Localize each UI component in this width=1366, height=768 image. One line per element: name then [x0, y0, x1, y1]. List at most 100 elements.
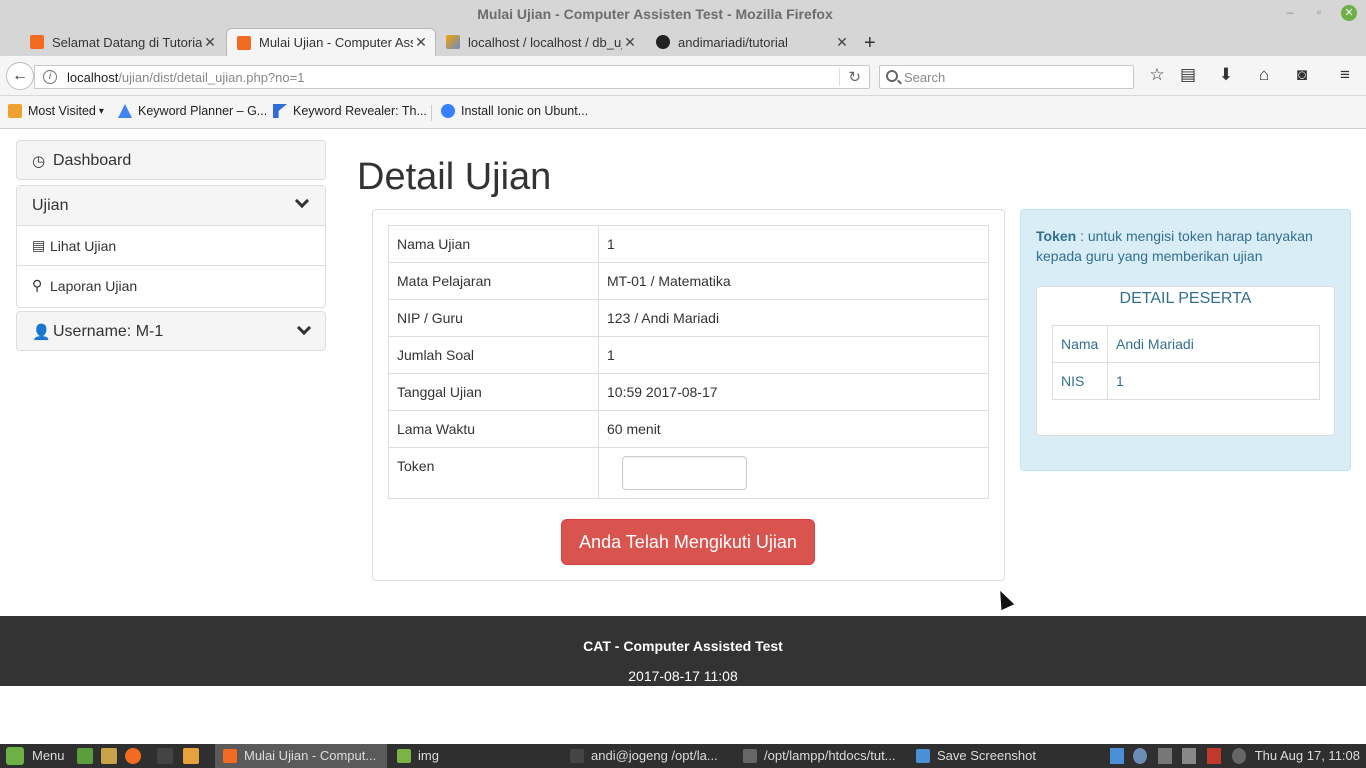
back-arrow-icon[interactable]: ← — [6, 62, 34, 90]
taskbar-item-terminal[interactable]: andi@jogeng /opt/la... — [570, 744, 718, 768]
tab-close-icon[interactable]: ✕ — [622, 34, 638, 51]
bookmark-label: Most Visited — [28, 104, 96, 118]
footer-datetime: 2017-08-17 11:08 — [628, 668, 738, 684]
taskbar-item-label: Mulai Ujian - Comput... — [244, 748, 377, 763]
tab-phpmyadmin[interactable]: localhost / localhost / db_ujian ✕ — [436, 28, 644, 56]
tab-label: Mulai Ujian - Computer Assisten Test — [259, 35, 413, 50]
bookmarks-toolbar: Most Visited ▾ Keyword Planner – G... Ke… — [0, 96, 1366, 129]
firefox-icon — [223, 749, 237, 763]
sidebar-item-username[interactable]: 👤 Username: M-1 — [16, 311, 326, 351]
search-icon: ⚲ — [32, 277, 43, 293]
reload-icon[interactable]: ↻ — [839, 68, 861, 86]
tab-label: localhost / localhost / db_ujian — [468, 34, 622, 50]
terminal-launcher-icon[interactable] — [157, 748, 173, 764]
close-window-icon[interactable]: ✕ — [1341, 5, 1357, 21]
bookmark-star-icon[interactable]: ☆ — [1146, 64, 1168, 86]
sidebar-item-label: Lihat Ujian — [50, 238, 117, 254]
minimize-icon[interactable]: – — [1283, 5, 1297, 19]
shield-tray-icon[interactable] — [1133, 748, 1147, 764]
show-desktop-icon[interactable] — [77, 748, 93, 764]
row-value: Andi Mariadi — [1107, 325, 1320, 363]
chevron-down-icon — [294, 193, 310, 209]
row-key: NIS — [1052, 362, 1108, 400]
file-manager-icon[interactable] — [101, 748, 117, 764]
search-placeholder: Search — [904, 70, 946, 85]
text-editor-icon — [743, 749, 757, 763]
window-titlebar: Mulai Ujian - Computer Assisten Test - M… — [0, 0, 1366, 56]
tab-close-icon[interactable]: ✕ — [413, 34, 429, 51]
token-info-message: : untuk mengisi token harap tanyakan kep… — [1036, 228, 1313, 264]
url-path: /ujian/dist/detail_ujian.php?no=1 — [118, 70, 305, 85]
mint-logo-icon — [6, 747, 24, 765]
home-icon[interactable]: ⌂ — [1253, 64, 1275, 86]
sidebar-item-dashboard[interactable]: ◷ Dashboard — [16, 140, 326, 180]
volume-tray-icon[interactable] — [1182, 748, 1196, 764]
keyword-revealer-icon — [273, 104, 287, 118]
page-footer: CAT - Computer Assisted Test 2017-08-17 … — [0, 616, 1366, 686]
token-label: Token — [388, 447, 599, 499]
taskbar-item-label: Save Screenshot — [937, 748, 1037, 763]
sublime-launcher-icon[interactable] — [183, 748, 199, 764]
row-value: 1 — [1107, 362, 1320, 400]
tab-selamat-datang[interactable]: Selamat Datang di Tutorial ✕ — [20, 28, 224, 56]
site-info-icon[interactable]: i — [43, 70, 57, 84]
taskbar-clock[interactable]: Thu Aug 17, 11:08 — [1255, 744, 1360, 768]
taskbar-item-editor[interactable]: /opt/lampp/htdocs/tut... — [743, 744, 896, 768]
sidebar-item-laporan-ujian[interactable]: ⚲ Laporan Ujian — [17, 266, 325, 307]
start-menu-label: Menu — [32, 748, 65, 763]
sudah-ikut-ujian-button[interactable]: Anda Telah Mengikuti Ujian — [561, 519, 815, 565]
folder-icon — [397, 749, 411, 763]
taskbar-item-label: andi@jogeng /opt/la... — [591, 748, 718, 763]
table-row: Tanggal Ujian 10:59 2017-08-17 — [388, 373, 989, 411]
chevron-down-icon: ▾ — [98, 105, 104, 117]
table-row: Nama Andi Mariadi — [1052, 325, 1320, 363]
dashboard-gauge-icon: ◷ — [32, 153, 46, 170]
tab-github[interactable]: andimariadi/tutorial ✕ — [646, 28, 856, 56]
taskbar-item-firefox[interactable]: Mulai Ujian - Comput... — [215, 744, 387, 768]
download-icon[interactable]: ⬇ — [1215, 64, 1237, 86]
reading-list-icon[interactable]: ▤ — [1177, 64, 1199, 86]
token-input[interactable] — [622, 456, 747, 490]
dropbox-tray-icon[interactable] — [1110, 748, 1124, 764]
address-bar[interactable]: i localhost/ujian/dist/detail_ujian.php?… — [34, 65, 870, 89]
url-host: localhost — [67, 70, 119, 85]
tab-label: Selamat Datang di Tutorial — [52, 34, 202, 50]
network-tray-icon[interactable] — [1158, 748, 1172, 764]
sidebar-item-ujian[interactable]: Ujian — [17, 186, 325, 226]
table-row: NIS 1 — [1052, 362, 1320, 400]
pocket-icon[interactable]: ◙ — [1291, 64, 1313, 86]
row-key: Jumlah Soal — [388, 336, 599, 374]
token-info-alert: Token : untuk mengisi token harap tanyak… — [1020, 209, 1351, 471]
bookmark-label: Install Ionic on Ubunt... — [461, 104, 589, 118]
url-text[interactable]: localhost/ujian/dist/detail_ujian.php?no… — [67, 70, 304, 85]
bookmark-install-ionic[interactable]: Install Ionic on Ubunt... — [441, 104, 588, 118]
row-key: NIP / Guru — [388, 299, 599, 337]
tab-mulai-ujian[interactable]: Mulai Ujian - Computer Assisten Test ✕ — [226, 28, 436, 56]
table-row-token: Token — [388, 447, 989, 499]
bookmark-keyword-planner[interactable]: Keyword Planner – G... — [118, 104, 267, 118]
bookmark-label: Keyword Planner – G... — [138, 104, 268, 118]
bookmark-keyword-revealer[interactable]: Keyword Revealer: Th... — [273, 104, 427, 118]
tab-close-icon[interactable]: ✕ — [834, 34, 850, 51]
search-input[interactable]: Search — [879, 65, 1134, 89]
start-menu-button[interactable]: Menu — [6, 744, 65, 768]
taskbar-item-img[interactable]: img — [397, 744, 439, 768]
bookmark-label: Keyword Revealer: Th... — [293, 104, 427, 118]
tab-close-icon[interactable]: ✕ — [202, 34, 218, 51]
new-tab-plus-icon[interactable]: + — [864, 32, 876, 55]
taskbar-item-screenshot[interactable]: Save Screenshot — [916, 744, 1036, 768]
firefox-launcher-icon[interactable] — [125, 748, 141, 764]
battery-tray-icon[interactable] — [1207, 748, 1221, 764]
maximize-icon[interactable]: ▫ — [1312, 5, 1326, 19]
sidebar: ◷ Dashboard Ujian ▤ Lihat Ujian ⚲ Lapora… — [16, 140, 326, 351]
mouse-pointer-icon — [993, 587, 1015, 611]
footer-title: CAT - Computer Assisted Test — [583, 638, 783, 654]
hamburger-menu-icon[interactable]: ≡ — [1334, 64, 1356, 86]
sidebar-item-lihat-ujian[interactable]: ▤ Lihat Ujian — [17, 226, 325, 266]
sidebar-item-label: Laporan Ujian — [50, 278, 138, 294]
table-row: Jumlah Soal 1 — [388, 336, 989, 374]
token-cell — [598, 447, 989, 499]
bookmark-most-visited[interactable]: Most Visited ▾ — [8, 104, 104, 118]
settings-tray-icon[interactable] — [1232, 748, 1246, 764]
github-favicon-icon — [656, 35, 670, 49]
